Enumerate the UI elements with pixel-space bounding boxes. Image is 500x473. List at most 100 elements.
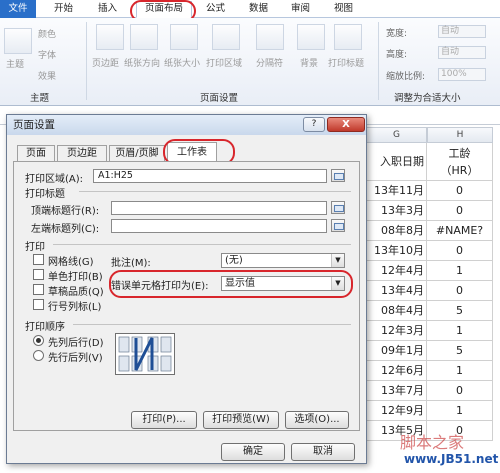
top-rows-label: 顶端标题行(R): bbox=[31, 206, 100, 217]
scale-group-label: 调整为合适大小 bbox=[394, 93, 461, 104]
cell-tenure[interactable]: 5 bbox=[427, 341, 493, 361]
cell-tenure-header[interactable]: 工龄 （HR） bbox=[427, 143, 493, 181]
page-setup-dialog: 页面设置 ? X 页面 页边距 页眉/页脚 工作表 打印区域(A): A1:H2… bbox=[6, 114, 367, 464]
orientation-button-label: 纸张方向 bbox=[124, 59, 161, 69]
collapse-dialog-icon[interactable] bbox=[331, 201, 345, 214]
errors-label: 错误单元格打印为(E): bbox=[111, 281, 209, 292]
group-divider bbox=[79, 191, 351, 192]
tab-file[interactable]: 文件 bbox=[0, 0, 36, 18]
tab-view[interactable]: 视图 bbox=[334, 2, 353, 16]
print-area-icon[interactable] bbox=[212, 24, 240, 50]
over-then-down-radio[interactable] bbox=[33, 350, 44, 361]
draft-quality-checkbox[interactable] bbox=[33, 284, 44, 295]
colors-button[interactable]: 颜色 bbox=[38, 27, 56, 40]
ok-button[interactable]: 确定 bbox=[221, 443, 285, 461]
comments-select-value: (无) bbox=[225, 255, 243, 266]
cancel-button[interactable]: 取消 bbox=[291, 443, 355, 461]
cell-tenure[interactable]: 1 bbox=[427, 321, 493, 341]
cell-hire-date[interactable]: 12年9月 bbox=[366, 401, 427, 421]
scale-label: 缩放比例: bbox=[386, 72, 426, 82]
cell-tenure[interactable]: 0 bbox=[427, 281, 493, 301]
top-rows-input[interactable] bbox=[111, 201, 327, 215]
black-and-white-checkbox[interactable] bbox=[33, 269, 44, 280]
print-titles-button-label: 打印标题 bbox=[328, 59, 365, 69]
column-header-h[interactable]: H bbox=[427, 127, 493, 143]
cell-hire-date-header[interactable]: 入职日期 bbox=[366, 143, 427, 181]
cell-hire-date[interactable]: 08年4月 bbox=[366, 301, 427, 321]
options-button[interactable]: 选项(O)... bbox=[285, 411, 349, 429]
tab-page[interactable]: 页面 bbox=[17, 145, 55, 161]
collapse-dialog-icon[interactable] bbox=[331, 169, 345, 182]
cell-hire-date[interactable]: 13年7月 bbox=[366, 381, 427, 401]
tab-home[interactable]: 开始 bbox=[54, 2, 73, 16]
comments-select[interactable]: (无) ▼ bbox=[221, 253, 345, 268]
width-dropdown[interactable]: 自动 bbox=[438, 25, 486, 38]
cell-hire-date[interactable]: 12年3月 bbox=[366, 321, 427, 341]
tab-review[interactable]: 审阅 bbox=[291, 2, 310, 16]
cell-hire-date[interactable]: 09年1月 bbox=[366, 341, 427, 361]
background-icon[interactable] bbox=[297, 24, 325, 50]
cell-tenure[interactable]: 5 bbox=[427, 301, 493, 321]
help-button[interactable]: ? bbox=[303, 117, 325, 132]
effects-button[interactable]: 效果 bbox=[38, 69, 56, 82]
cell-tenure[interactable]: 1 bbox=[427, 261, 493, 281]
cell-tenure[interactable]: 0 bbox=[427, 381, 493, 401]
gridlines-checkbox[interactable] bbox=[33, 254, 44, 265]
breaks-icon[interactable] bbox=[256, 24, 284, 50]
height-label: 高度: bbox=[386, 50, 408, 60]
ribbon-tab-bar: 文件 开始 插入 页面布局 公式 数据 审阅 视图 bbox=[0, 0, 500, 18]
down-then-over-label: 先列后行(D) bbox=[48, 338, 104, 349]
print-area-input[interactable]: A1:H25 bbox=[93, 169, 327, 183]
print-order-diagram-icon bbox=[118, 336, 172, 372]
column-header-g[interactable]: G bbox=[366, 127, 427, 143]
watermark-line2: www.JB51.net bbox=[404, 452, 499, 466]
height-dropdown[interactable]: 自动 bbox=[438, 46, 486, 59]
cell-hire-date[interactable]: 12年6月 bbox=[366, 361, 427, 381]
cell-hire-date[interactable]: 12年4月 bbox=[366, 261, 427, 281]
collapse-dialog-icon[interactable] bbox=[331, 219, 345, 232]
cell-tenure[interactable]: 0 bbox=[427, 181, 493, 201]
black-and-white-label: 单色打印(B) bbox=[48, 272, 103, 283]
cell-hire-date[interactable]: 08年8月 bbox=[366, 221, 427, 241]
print-area-button-label: 打印区域 bbox=[206, 59, 243, 69]
orientation-icon[interactable] bbox=[130, 24, 158, 50]
print-button[interactable]: 打印(P)... bbox=[131, 411, 197, 429]
tab-data[interactable]: 数据 bbox=[249, 2, 268, 16]
tab-sheet[interactable]: 工作表 bbox=[167, 142, 217, 162]
row-col-headings-checkbox[interactable] bbox=[33, 299, 44, 310]
left-cols-input[interactable] bbox=[111, 219, 327, 233]
cell-hire-date[interactable]: 13年3月 bbox=[366, 201, 427, 221]
over-then-down-label: 先行后列(V) bbox=[48, 353, 103, 364]
cell-tenure[interactable]: #NAME? bbox=[427, 221, 493, 241]
tab-insert[interactable]: 插入 bbox=[98, 2, 117, 16]
cell-tenure[interactable]: 1 bbox=[427, 401, 493, 421]
print-header: 打印 bbox=[25, 242, 45, 253]
tab-page-layout[interactable]: 页面布局 bbox=[136, 1, 192, 18]
cell-tenure[interactable]: 0 bbox=[427, 201, 493, 221]
cell-hire-date[interactable]: 13年11月 bbox=[366, 181, 427, 201]
chevron-down-icon: ▼ bbox=[331, 254, 344, 267]
print-preview-button[interactable]: 打印预览(W) bbox=[203, 411, 279, 429]
print-titles-icon[interactable] bbox=[334, 24, 362, 50]
print-area-label: 打印区域(A): bbox=[25, 174, 84, 185]
tab-formulas[interactable]: 公式 bbox=[206, 2, 225, 16]
down-then-over-radio[interactable] bbox=[33, 335, 44, 346]
theme-group-label: 主题 bbox=[30, 93, 50, 104]
tab-margins[interactable]: 页边距 bbox=[57, 145, 107, 161]
margins-icon[interactable] bbox=[96, 24, 124, 50]
ribbon-separator bbox=[378, 22, 379, 100]
cell-tenure[interactable]: 0 bbox=[427, 241, 493, 261]
row-col-headings-label: 行号列标(L) bbox=[48, 302, 102, 313]
cell-hire-date[interactable]: 13年10月 bbox=[366, 241, 427, 261]
close-button[interactable]: X bbox=[327, 117, 365, 132]
cell-hire-date[interactable]: 13年4月 bbox=[366, 281, 427, 301]
scale-input[interactable]: 100% bbox=[438, 68, 486, 81]
errors-select-value: 显示值 bbox=[225, 278, 255, 289]
cell-tenure[interactable]: 1 bbox=[427, 361, 493, 381]
theme-icon[interactable] bbox=[4, 28, 32, 54]
tab-header-footer[interactable]: 页眉/页脚 bbox=[109, 145, 165, 161]
errors-select[interactable]: 显示值 ▼ bbox=[221, 276, 345, 291]
page-setup-group-label: 页面设置 bbox=[200, 93, 239, 104]
fonts-button[interactable]: 字体 bbox=[38, 48, 56, 61]
paper-size-icon[interactable] bbox=[170, 24, 198, 50]
